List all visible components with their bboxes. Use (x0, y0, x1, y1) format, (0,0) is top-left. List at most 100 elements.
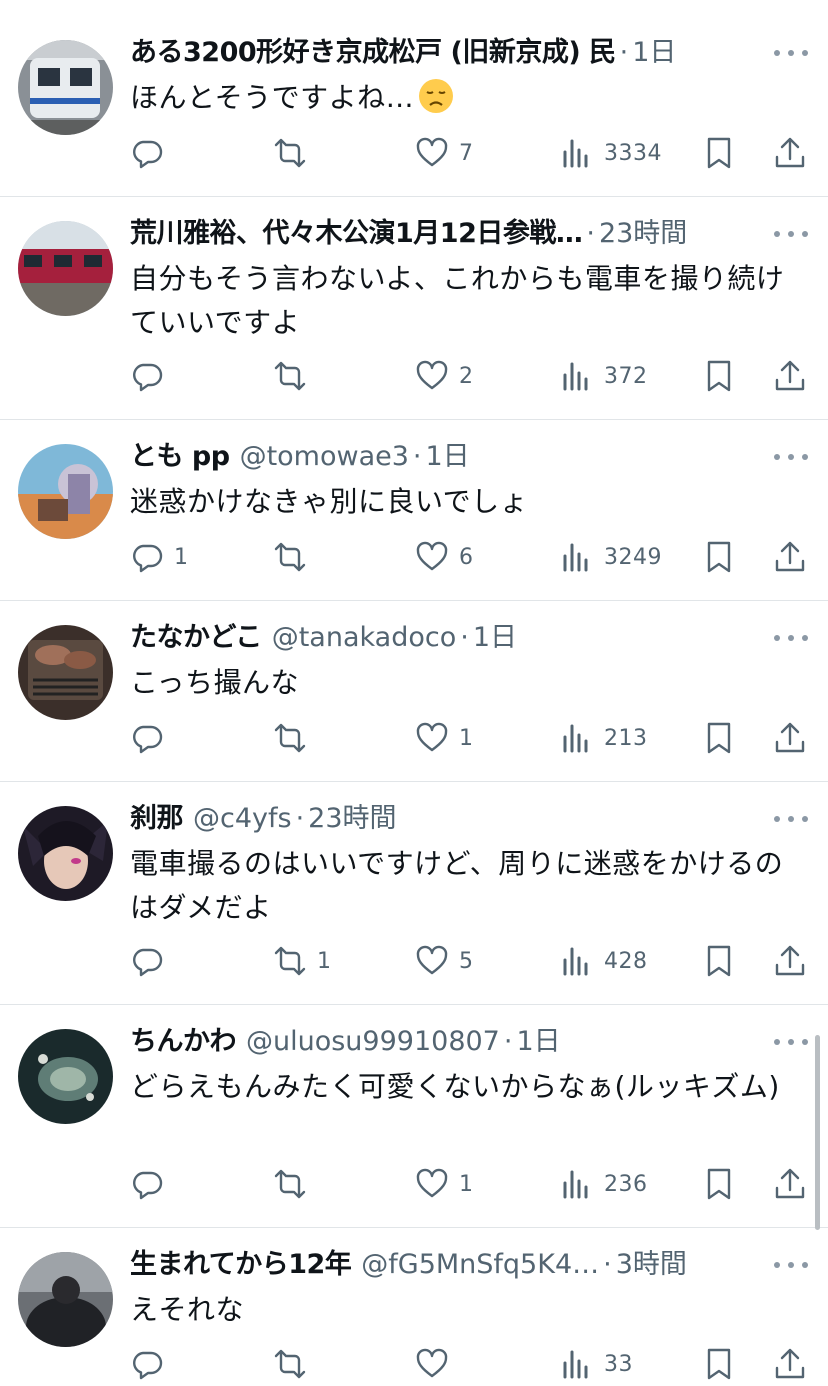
views-button[interactable]: 3249 (560, 537, 662, 577)
share-button[interactable] (773, 1164, 807, 1204)
avatar[interactable] (18, 625, 113, 720)
reply-button[interactable] (130, 1164, 174, 1204)
share-button[interactable] (773, 356, 807, 396)
handle[interactable]: @uluosu99910807 (246, 1022, 500, 1062)
reply-button[interactable] (130, 356, 174, 396)
share-button[interactable] (773, 941, 807, 981)
reply-button[interactable] (130, 133, 174, 173)
reply-button[interactable] (130, 941, 174, 981)
like-count: 1 (459, 1171, 474, 1197)
tweet-item[interactable]: 生まれてから12年 @fG5MnSfq5K4… · 3時間 えそれな 33 (0, 1228, 828, 1386)
display-name[interactable]: とも pp (130, 437, 230, 477)
avatar[interactable] (18, 1252, 113, 1347)
handle[interactable]: @tanakadoco (272, 618, 457, 658)
like-icon (416, 541, 448, 571)
retweet-button[interactable] (273, 133, 317, 173)
like-button[interactable]: 2 (415, 356, 474, 396)
bookmark-button[interactable] (702, 1164, 736, 1204)
bookmark-button[interactable] (702, 718, 736, 758)
bookmark-button[interactable] (702, 1344, 736, 1384)
more-icon[interactable] (774, 38, 808, 68)
tweet-item[interactable]: 刹那 @c4yfs · 23時間 電車撮るのはいいですけど、周りに迷惑をかけるの… (0, 782, 828, 1005)
like-icon (416, 945, 448, 975)
retweet-button[interactable] (273, 537, 317, 577)
reply-button[interactable]: 1 (130, 537, 189, 577)
display-name[interactable]: ちんかわ (130, 1022, 237, 1062)
bookmark-button[interactable] (702, 941, 736, 981)
display-name[interactable]: たなかどこ (130, 618, 262, 658)
more-icon[interactable] (774, 219, 808, 249)
reply-button[interactable] (130, 718, 174, 758)
separator-dot: · (295, 803, 305, 834)
timestamp[interactable]: 1日 (632, 33, 676, 73)
more-icon[interactable] (774, 623, 808, 653)
share-button[interactable] (773, 537, 807, 577)
handle[interactable]: @fG5MnSfq5K4… (361, 1245, 599, 1285)
display-name[interactable]: 生まれてから12年 (130, 1245, 352, 1285)
retweet-icon (274, 946, 306, 976)
views-button[interactable]: 33 (560, 1344, 633, 1384)
like-button[interactable]: 7 (415, 133, 474, 173)
more-icon[interactable] (774, 804, 808, 834)
bookmark-button[interactable] (702, 537, 736, 577)
like-button[interactable]: 1 (415, 718, 474, 758)
timestamp[interactable]: 23時間 (599, 214, 687, 254)
views-button[interactable]: 372 (560, 356, 648, 396)
avatar[interactable] (18, 1029, 113, 1124)
display-name[interactable]: 荒川雅裕、代々木公演1月12日参戦… (130, 214, 583, 254)
action-bar: 1 6 3249 (0, 537, 828, 577)
retweet-button[interactable] (273, 718, 317, 758)
like-button[interactable]: 1 (415, 1164, 474, 1204)
tweet-item[interactable]: たなかどこ @tanakadoco · 1日 こっち撮んな 1 213 (0, 601, 828, 782)
tweet-item[interactable]: ちんかわ @uluosu99910807 · 1日 どらえもんみたく可愛くないか… (0, 1005, 828, 1228)
display-name[interactable]: ある3200形好き京成松戸 (旧新京成) 民 (130, 33, 616, 73)
views-button[interactable]: 236 (560, 1164, 648, 1204)
views-icon (563, 724, 588, 753)
scrollbar[interactable] (815, 1035, 820, 1230)
reply-button[interactable] (130, 1344, 174, 1384)
handle[interactable]: @tomowae3 (240, 437, 409, 477)
share-button[interactable] (773, 133, 807, 173)
retweet-button[interactable] (273, 1164, 317, 1204)
views-button[interactable]: 3334 (560, 133, 662, 173)
display-name[interactable]: 刹那 (130, 799, 184, 839)
like-button[interactable] (415, 1344, 459, 1384)
share-button[interactable] (773, 718, 807, 758)
like-button[interactable]: 5 (415, 941, 474, 981)
retweet-button[interactable] (273, 356, 317, 396)
retweet-icon (274, 138, 306, 168)
reply-icon (133, 140, 163, 169)
avatar[interactable] (18, 40, 113, 135)
timestamp[interactable]: 1日 (426, 437, 470, 477)
timestamp[interactable]: 1日 (473, 618, 517, 658)
more-icon[interactable] (774, 1250, 808, 1280)
retweet-icon (274, 723, 306, 753)
more-icon[interactable] (774, 1027, 808, 1057)
retweet-button[interactable]: 1 (273, 941, 332, 981)
bookmark-button[interactable] (702, 133, 736, 173)
timestamp[interactable]: 3時間 (616, 1245, 687, 1285)
like-button[interactable]: 6 (415, 537, 474, 577)
avatar[interactable] (18, 221, 113, 316)
action-bar: 7 3334 (0, 133, 828, 173)
avatar[interactable] (18, 444, 113, 539)
share-icon (775, 722, 805, 753)
avatar[interactable] (18, 806, 113, 901)
action-bar: 1 5 428 (0, 941, 828, 981)
views-button[interactable]: 428 (560, 941, 648, 981)
share-button[interactable] (773, 1344, 807, 1384)
views-icon (563, 1350, 588, 1379)
tweet-item[interactable]: 荒川雅裕、代々木公演1月12日参戦… · 23時間 自分もそう言わないよ、これか… (0, 197, 828, 420)
retweet-button[interactable] (273, 1344, 317, 1384)
views-button[interactable]: 213 (560, 718, 648, 758)
more-icon[interactable] (774, 442, 808, 472)
bookmark-button[interactable] (702, 356, 736, 396)
tweet-header: たなかどこ @tanakadoco · 1日 (130, 618, 738, 658)
tweet-item[interactable]: とも pp @tomowae3 · 1日 迷惑かけなきゃ別に良いでしょ 1 6 … (0, 420, 828, 601)
timestamp[interactable]: 1日 (516, 1022, 560, 1062)
timestamp[interactable]: 23時間 (308, 799, 396, 839)
tweet-item[interactable]: ある3200形好き京成松戸 (旧新京成) 民 · 1日 ほんとそうですよね… 7… (0, 0, 828, 197)
handle[interactable]: @c4yfs (193, 799, 292, 839)
reply-icon (133, 725, 163, 754)
action-bar: 33 (0, 1344, 828, 1384)
